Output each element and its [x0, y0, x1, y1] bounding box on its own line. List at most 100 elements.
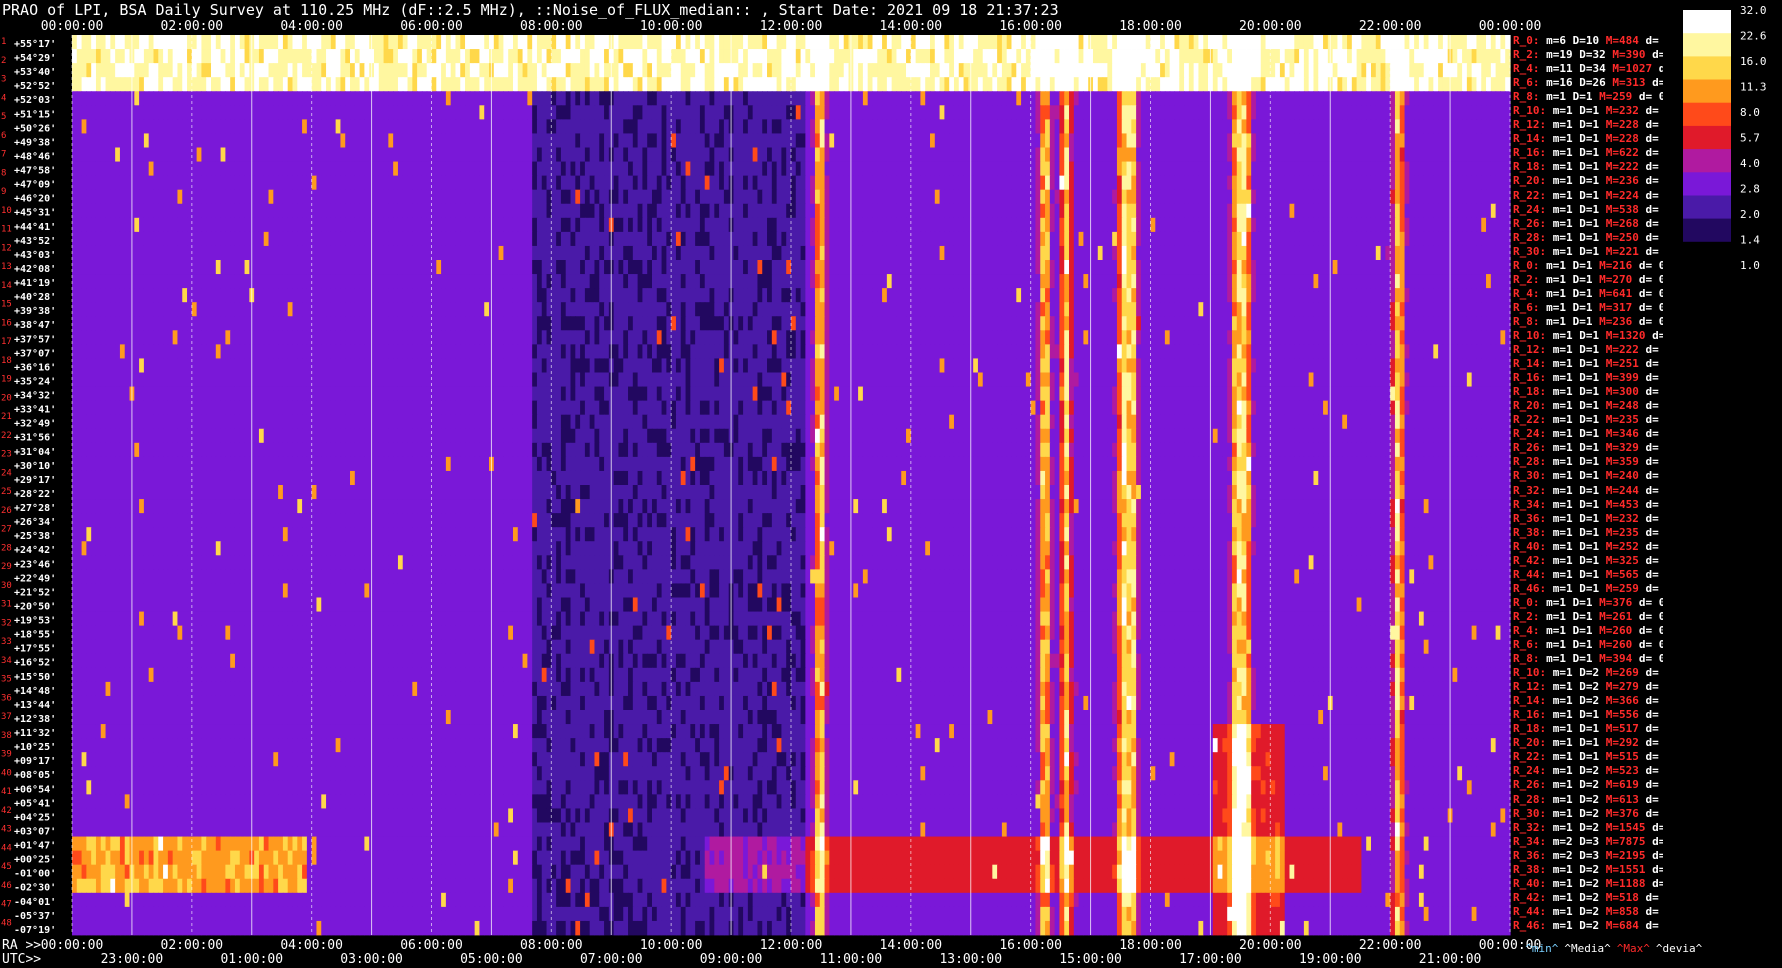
heatmap-cell — [493, 119, 500, 134]
heatmap-cell — [1495, 105, 1502, 120]
heatmap-cell — [791, 147, 797, 162]
heatmap-cell — [1370, 147, 1377, 162]
heatmap-cell — [565, 77, 572, 92]
heatmap-cell — [460, 147, 466, 162]
heatmap-cell — [1486, 175, 1492, 191]
heatmap-cell — [1069, 189, 1075, 205]
heatmap-cell — [244, 63, 250, 78]
heatmap-cell — [1155, 217, 1161, 233]
heatmap-cell — [134, 161, 140, 177]
heatmap-cell — [1356, 35, 1362, 50]
heatmap-cell — [431, 77, 437, 92]
heatmap-cell — [915, 49, 922, 64]
heatmap-cell — [1375, 133, 1382, 148]
heatmap-cell — [709, 63, 715, 78]
heatmap-cell — [886, 91, 893, 106]
heatmap-cell — [326, 203, 332, 219]
heatmap-cell — [1083, 217, 1089, 233]
heatmap-cell — [206, 77, 212, 92]
heatmap-cell — [1107, 91, 1113, 106]
heatmap-cell — [1227, 175, 1233, 191]
heatmap-cell — [1299, 63, 1305, 78]
heatmap-cell — [167, 49, 174, 64]
heatmap-cell — [1231, 63, 1238, 78]
heatmap-cell — [1342, 133, 1348, 148]
heatmap-cell — [977, 105, 984, 120]
heatmap-cell — [589, 161, 596, 177]
heatmap-cell — [560, 63, 567, 78]
heatmap-cell — [76, 260, 83, 275]
heatmap-cell — [671, 217, 677, 233]
heatmap-cell — [1064, 49, 1070, 64]
heatmap-cell — [532, 231, 538, 247]
heatmap-cell — [632, 63, 639, 78]
heatmap-cell — [1361, 133, 1367, 148]
heatmap-cell — [743, 231, 749, 247]
heatmap-cell — [417, 203, 423, 219]
heatmap-cell — [1495, 63, 1502, 78]
heatmap-cell — [508, 203, 514, 219]
heatmap-cell — [829, 161, 835, 177]
heatmap-cell — [656, 260, 663, 275]
heatmap-cell — [1442, 189, 1449, 205]
heatmap-cell — [1471, 231, 1478, 247]
heatmap-cell — [153, 161, 159, 177]
heatmap-cell — [1313, 91, 1319, 106]
heatmap-cell — [1294, 119, 1300, 134]
heatmap-cell — [1102, 133, 1108, 148]
heatmap-cell — [1275, 77, 1281, 92]
heatmap-cell — [1347, 49, 1353, 64]
heatmap-cell — [345, 35, 351, 50]
heatmap-cell — [1107, 217, 1113, 233]
heatmap-cell — [1323, 133, 1329, 148]
heatmap-cell — [1169, 189, 1176, 205]
heatmap-cell — [1409, 91, 1415, 106]
heatmap-cell — [1255, 119, 1262, 134]
heatmap-cell — [1414, 175, 1420, 191]
heatmap-cell — [1251, 63, 1257, 78]
heatmap-cell — [987, 63, 993, 78]
heatmap-cell — [436, 91, 442, 106]
heatmap-cell — [733, 35, 739, 50]
heatmap-cell — [1500, 245, 1506, 261]
heatmap-cell — [834, 91, 840, 106]
heatmap-cell — [297, 260, 303, 275]
heatmap-cell — [206, 245, 212, 261]
heatmap-cell — [1251, 49, 1257, 64]
heatmap-cell — [762, 189, 768, 205]
heatmap-cell — [1131, 217, 1137, 233]
heatmap-cell — [584, 91, 591, 106]
heatmap-cell — [1260, 245, 1267, 261]
heatmap-cell — [1083, 133, 1089, 148]
heatmap-cell — [311, 203, 318, 219]
heatmap-cell — [795, 161, 802, 177]
heatmap-cell — [704, 147, 711, 162]
heatmap-cell — [1347, 35, 1353, 50]
heatmap-cell — [560, 161, 567, 177]
heatmap-cell — [1366, 175, 1372, 191]
heatmap-cell — [1299, 175, 1305, 191]
heatmap-cell — [1140, 175, 1147, 191]
heatmap-cell — [982, 63, 989, 78]
heatmap-cell — [637, 260, 643, 275]
heatmap-cell — [163, 91, 169, 106]
heatmap-cell — [1193, 35, 1200, 50]
heatmap-cell — [738, 133, 744, 148]
heatmap-cell — [479, 77, 485, 92]
heatmap-cell — [714, 35, 720, 50]
heatmap-cell — [556, 147, 562, 162]
heatmap-cell — [182, 245, 188, 261]
heatmap-cell — [1342, 175, 1348, 191]
heatmap-cell — [901, 63, 907, 78]
heatmap-cell — [1260, 91, 1267, 106]
heatmap-cell — [1476, 231, 1482, 247]
heatmap-cell — [589, 231, 596, 247]
heatmap-cell — [1323, 119, 1329, 134]
heatmap-cell — [1308, 231, 1315, 247]
heatmap-cell — [1289, 105, 1295, 120]
heatmap-cell — [412, 203, 418, 219]
heatmap-cell — [321, 260, 327, 275]
heatmap-cell — [944, 63, 950, 78]
heatmap-cell — [297, 175, 303, 191]
heatmap-cell — [211, 133, 217, 148]
